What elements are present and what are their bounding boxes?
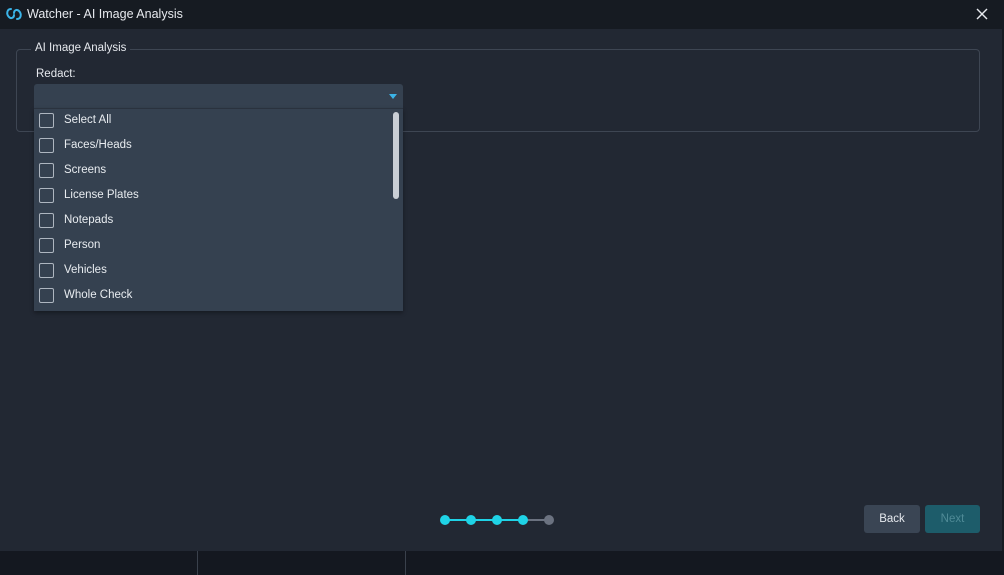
checkbox[interactable] xyxy=(39,163,54,178)
group-legend: AI Image Analysis xyxy=(31,42,131,54)
taskbar xyxy=(0,551,1004,575)
checkbox[interactable] xyxy=(39,138,54,153)
redact-option[interactable]: Notepads xyxy=(34,209,386,234)
redact-option[interactable]: Person xyxy=(34,234,386,259)
checkbox[interactable] xyxy=(39,288,54,303)
window-title: Watcher - AI Image Analysis xyxy=(27,7,183,21)
redact-option[interactable]: Vehicles xyxy=(34,259,386,284)
redact-options-list[interactable]: Whole Check Vehicles Person Notepads License… xyxy=(34,108,403,311)
close-icon[interactable] xyxy=(974,6,990,22)
scrollbar-thumb[interactable] xyxy=(393,112,399,199)
redact-label: Redact: xyxy=(36,68,76,80)
taskbar-divider xyxy=(405,551,406,575)
redact-option[interactable]: Whole Check xyxy=(34,284,386,309)
watcher-logo-icon xyxy=(6,8,22,20)
redact-option-label: Select All xyxy=(64,114,112,126)
redact-select[interactable] xyxy=(34,84,403,108)
step-dot-complete xyxy=(440,515,450,525)
redact-option[interactable]: Screens xyxy=(34,159,386,184)
redact-option-label: Whole Check xyxy=(64,289,133,301)
redact-option[interactable]: Faces/Heads xyxy=(34,134,386,159)
step-dot-complete xyxy=(518,515,528,525)
title-bar: Watcher - AI Image Analysis xyxy=(0,0,1004,29)
checkbox[interactable] xyxy=(39,113,54,128)
redact-option-label: Screens xyxy=(64,164,107,176)
redact-option-label: License Plates xyxy=(64,189,139,201)
dialog-body: AI Image Analysis Redact: Whole Check Veh… xyxy=(0,29,1004,551)
back-button[interactable]: Back xyxy=(864,505,920,533)
redact-option-label: Person xyxy=(64,239,101,251)
next-button[interactable]: Next xyxy=(925,505,980,533)
step-dot-complete xyxy=(492,515,502,525)
checkbox[interactable] xyxy=(39,188,54,203)
wizard-progress xyxy=(440,513,560,527)
step-dot-complete xyxy=(466,515,476,525)
checkbox[interactable] xyxy=(39,263,54,278)
redact-option[interactable]: License Plates xyxy=(34,184,386,209)
checkbox[interactable] xyxy=(39,238,54,253)
redact-option[interactable]: Select All xyxy=(34,109,386,134)
redact-option-label: Notepads xyxy=(64,214,114,226)
scrollbar[interactable] xyxy=(391,109,401,311)
redact-option-label: Faces/Heads xyxy=(64,139,132,151)
taskbar-divider xyxy=(197,551,198,575)
redact-option-label: Vehicles xyxy=(64,264,107,276)
chevron-down-icon[interactable] xyxy=(389,94,397,99)
step-dot-pending xyxy=(544,515,554,525)
checkbox[interactable] xyxy=(39,213,54,228)
